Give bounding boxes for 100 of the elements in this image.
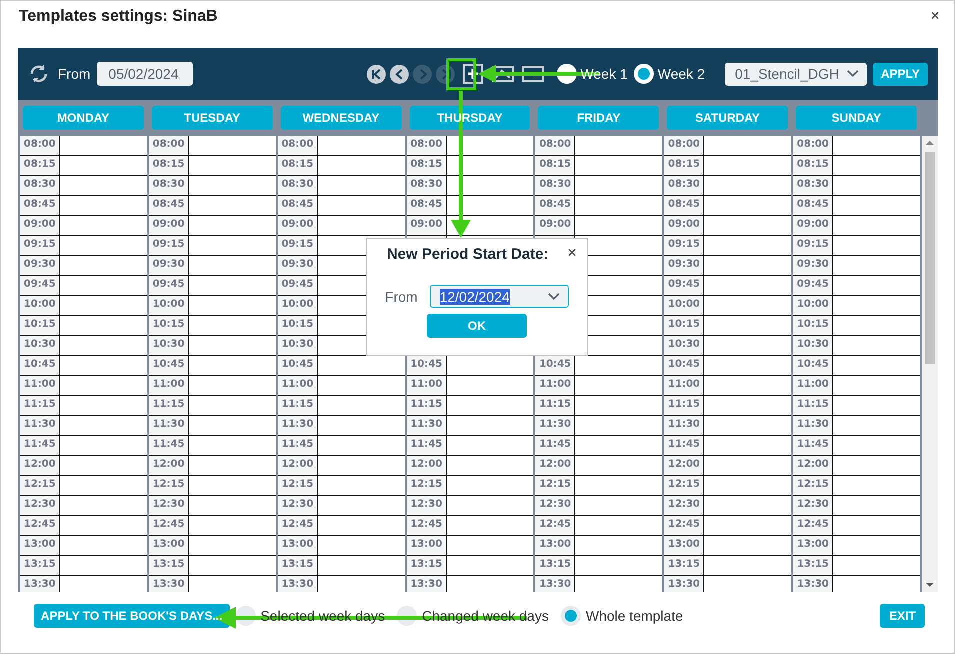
time-cell: 10:15	[664, 316, 704, 335]
time-cell: 08:30	[406, 176, 447, 195]
time-cell: 09:30	[20, 256, 60, 275]
exit-button[interactable]: EXIT	[880, 604, 925, 628]
template-select[interactable]: 01_Stencil_DGH	[725, 62, 868, 86]
time-cell: 13:00	[148, 536, 189, 555]
time-cell: 11:30	[278, 416, 318, 435]
time-cell: 11:15	[535, 396, 576, 415]
time-cell: 12:00	[535, 456, 576, 475]
remove-icon[interactable]	[520, 63, 545, 85]
ok-button[interactable]: OK	[427, 314, 527, 338]
time-cell: 11:30	[20, 416, 60, 435]
chevron-down-icon	[548, 292, 560, 300]
time-cell: 13:15	[278, 556, 318, 575]
time-cell: 10:45	[278, 356, 318, 375]
time-cell: 08:15	[20, 156, 60, 175]
close-button[interactable]: ×	[928, 8, 942, 26]
first-page-button[interactable]	[366, 64, 386, 84]
time-cell: 08:15	[664, 156, 704, 175]
time-cell: 11:30	[793, 416, 834, 435]
time-cell: 08:15	[148, 156, 189, 175]
time-cell: 09:30	[664, 256, 704, 275]
time-cell: 12:15	[148, 476, 189, 495]
week-radio[interactable]: Week 2	[634, 64, 706, 84]
time-cell: 11:15	[664, 396, 704, 415]
time-cell: 11:15	[20, 396, 60, 415]
time-cell: 09:00	[793, 216, 834, 235]
time-cell: 11:15	[406, 396, 447, 415]
time-cell: 11:00	[664, 376, 704, 395]
time-cell: 09:45	[793, 276, 834, 295]
time-cell: 08:30	[278, 176, 318, 195]
time-cell: 11:00	[278, 376, 318, 395]
day-header[interactable]: WEDNESDAY	[280, 106, 402, 130]
day-header[interactable]: TUESDAY	[152, 106, 273, 130]
time-cell: 10:30	[793, 336, 834, 355]
prev-page-button[interactable]	[390, 64, 409, 84]
time-cell: 11:45	[148, 436, 189, 455]
time-cell: 09:45	[664, 276, 704, 295]
time-cell: 13:30	[793, 576, 834, 592]
time-cell: 13:30	[278, 576, 318, 592]
time-cell: 12:45	[793, 516, 834, 535]
date-field[interactable]: 05/02/2024	[96, 62, 193, 86]
time-cell: 11:00	[20, 376, 60, 395]
image-icon[interactable]	[490, 63, 515, 85]
time-cell: 12:45	[535, 516, 576, 535]
time-cell: 13:30	[535, 576, 576, 592]
day-header[interactable]: SUNDAY	[796, 106, 918, 130]
time-cell: 08:30	[664, 176, 704, 195]
time-cell: 08:00	[535, 136, 576, 155]
day-header[interactable]: SATURDAY	[667, 106, 788, 130]
time-cell: 12:45	[664, 516, 704, 535]
time-cell: 08:30	[148, 176, 189, 195]
time-cell: 11:45	[664, 436, 704, 455]
time-cell: 08:45	[535, 196, 576, 215]
day-header[interactable]: MONDAY	[23, 106, 144, 130]
time-cell: 08:00	[278, 136, 318, 155]
time-cell: 10:45	[664, 356, 704, 375]
apply-to-days-button[interactable]: APPLY TO THE BOOK'S DAYS...	[34, 604, 230, 628]
time-cell: 13:00	[535, 536, 576, 555]
time-cell: 09:30	[793, 256, 834, 275]
close-button[interactable]: ×	[566, 245, 579, 263]
time-cell: 08:45	[278, 196, 318, 215]
scrollbar[interactable]	[922, 136, 938, 592]
from-label: From	[58, 66, 91, 82]
time-cell: 13:15	[148, 556, 189, 575]
refresh-icon[interactable]	[28, 63, 50, 85]
scope-radio[interactable]: Whole template	[560, 606, 684, 626]
scroll-up-icon[interactable]	[926, 139, 934, 147]
time-cell: 13:15	[793, 556, 834, 575]
time-cell: 10:30	[20, 336, 60, 355]
week-radio[interactable]: Week 1	[556, 64, 628, 84]
chevron-down-icon	[847, 70, 860, 78]
highlight-frame	[446, 58, 476, 90]
time-cell: 10:15	[793, 316, 834, 335]
time-cell: 12:45	[148, 516, 189, 535]
scroll-down-icon[interactable]	[926, 581, 934, 589]
time-cell: 12:30	[20, 496, 60, 515]
time-cell: 13:30	[406, 576, 447, 592]
time-cell: 12:00	[20, 456, 60, 475]
time-cell: 13:00	[793, 536, 834, 555]
time-cell: 10:00	[278, 296, 318, 315]
time-cell: 08:45	[664, 196, 704, 215]
time-cell: 10:15	[20, 316, 60, 335]
time-cell: 11:30	[148, 416, 189, 435]
time-cell: 13:30	[148, 576, 189, 592]
add-icon[interactable]	[460, 63, 485, 85]
time-cell: 12:30	[664, 496, 704, 515]
time-cell: 11:15	[278, 396, 318, 415]
time-cell: 10:00	[793, 296, 834, 315]
day-header[interactable]: FRIDAY	[538, 106, 660, 130]
dialog-title: New Period Start Date:	[387, 246, 549, 262]
time-cell: 08:30	[793, 176, 834, 195]
time-cell: 10:00	[148, 296, 189, 315]
apply-button[interactable]: APPLY	[873, 62, 928, 86]
date-select[interactable]: 12/02/2024	[430, 285, 569, 308]
time-cell: 11:45	[20, 436, 60, 455]
time-cell: 12:00	[664, 456, 704, 475]
time-cell: 08:15	[535, 156, 576, 175]
time-cell: 11:30	[406, 416, 447, 435]
time-cell: 09:45	[148, 276, 189, 295]
